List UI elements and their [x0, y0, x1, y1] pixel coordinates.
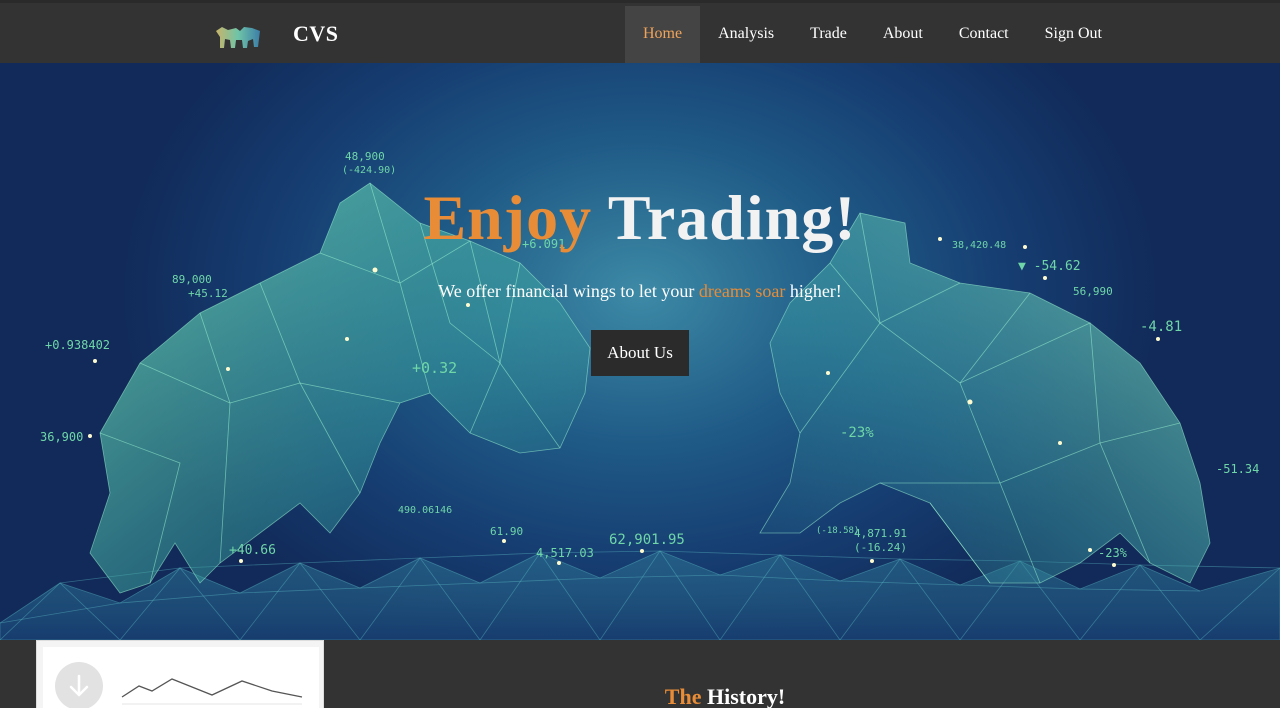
hero-banner: 48,900 (-424.90) 89,000 +45.12 +0.938402… [0, 63, 1280, 640]
nav-item-sign-out[interactable]: Sign Out [1027, 6, 1120, 66]
hero-title-main: Trading! [607, 182, 857, 253]
hero-subtitle: We offer financial wings to let your dre… [0, 281, 1280, 302]
hero-subtitle-text-end: higher! [789, 281, 842, 301]
nav-item-contact[interactable]: Contact [941, 6, 1027, 66]
hero-title-highlight: Enjoy [423, 182, 593, 253]
ticker-label: +0.938402 [45, 338, 110, 352]
nav-item-home[interactable]: Home [625, 6, 701, 66]
ticker-label: -4.81 [1140, 319, 1182, 335]
ticker-label: (-16.24) [854, 541, 907, 554]
ticker-label: 48,900 [345, 150, 385, 163]
hero-title: Enjoy Trading! [0, 181, 1280, 255]
ticker-label: +40.66 [229, 543, 276, 558]
ticker-label: 36,900 [40, 430, 83, 444]
ticker-label: 4,517.03 [536, 546, 594, 560]
ticker-label: ▼ -54.62 [1018, 259, 1081, 274]
about-us-button[interactable]: About Us [591, 330, 689, 376]
history-heading-main: History! [706, 684, 786, 708]
ticker-label: -51.34 [1216, 462, 1259, 476]
nav-item-about[interactable]: About [865, 6, 941, 66]
ticker-label: 4,871.91 [854, 527, 907, 540]
ticker-label: (-424.90) [342, 165, 396, 176]
ticker-label: +0.32 [412, 359, 457, 377]
ticker-label: -23% [1098, 546, 1128, 560]
history-heading: The History! [0, 684, 1280, 708]
nav-item-trade[interactable]: Trade [792, 6, 865, 66]
ticker-label: 61.90 [490, 525, 523, 538]
ticker-label: 490.06146 [398, 505, 452, 516]
hero-subtitle-text: We offer financial wings to let your [438, 281, 695, 301]
bull-bear-logo-icon[interactable] [214, 21, 262, 53]
hero-subtitle-highlight: dreams soar [698, 281, 786, 301]
top-nav-bar: CVS Home Analysis Trade About Contact Si… [0, 0, 1280, 66]
history-heading-highlight: The [664, 684, 702, 708]
history-section: The History! [0, 640, 1280, 708]
ticker-label: -23% [840, 425, 874, 441]
brand-name[interactable]: CVS [293, 21, 339, 47]
ticker-label: (-18.58) [816, 526, 859, 536]
nav-item-analysis[interactable]: Analysis [700, 6, 792, 66]
main-menu: Home Analysis Trade About Contact Sign O… [625, 6, 1120, 66]
ticker-label: 62,901.95 [609, 532, 685, 548]
